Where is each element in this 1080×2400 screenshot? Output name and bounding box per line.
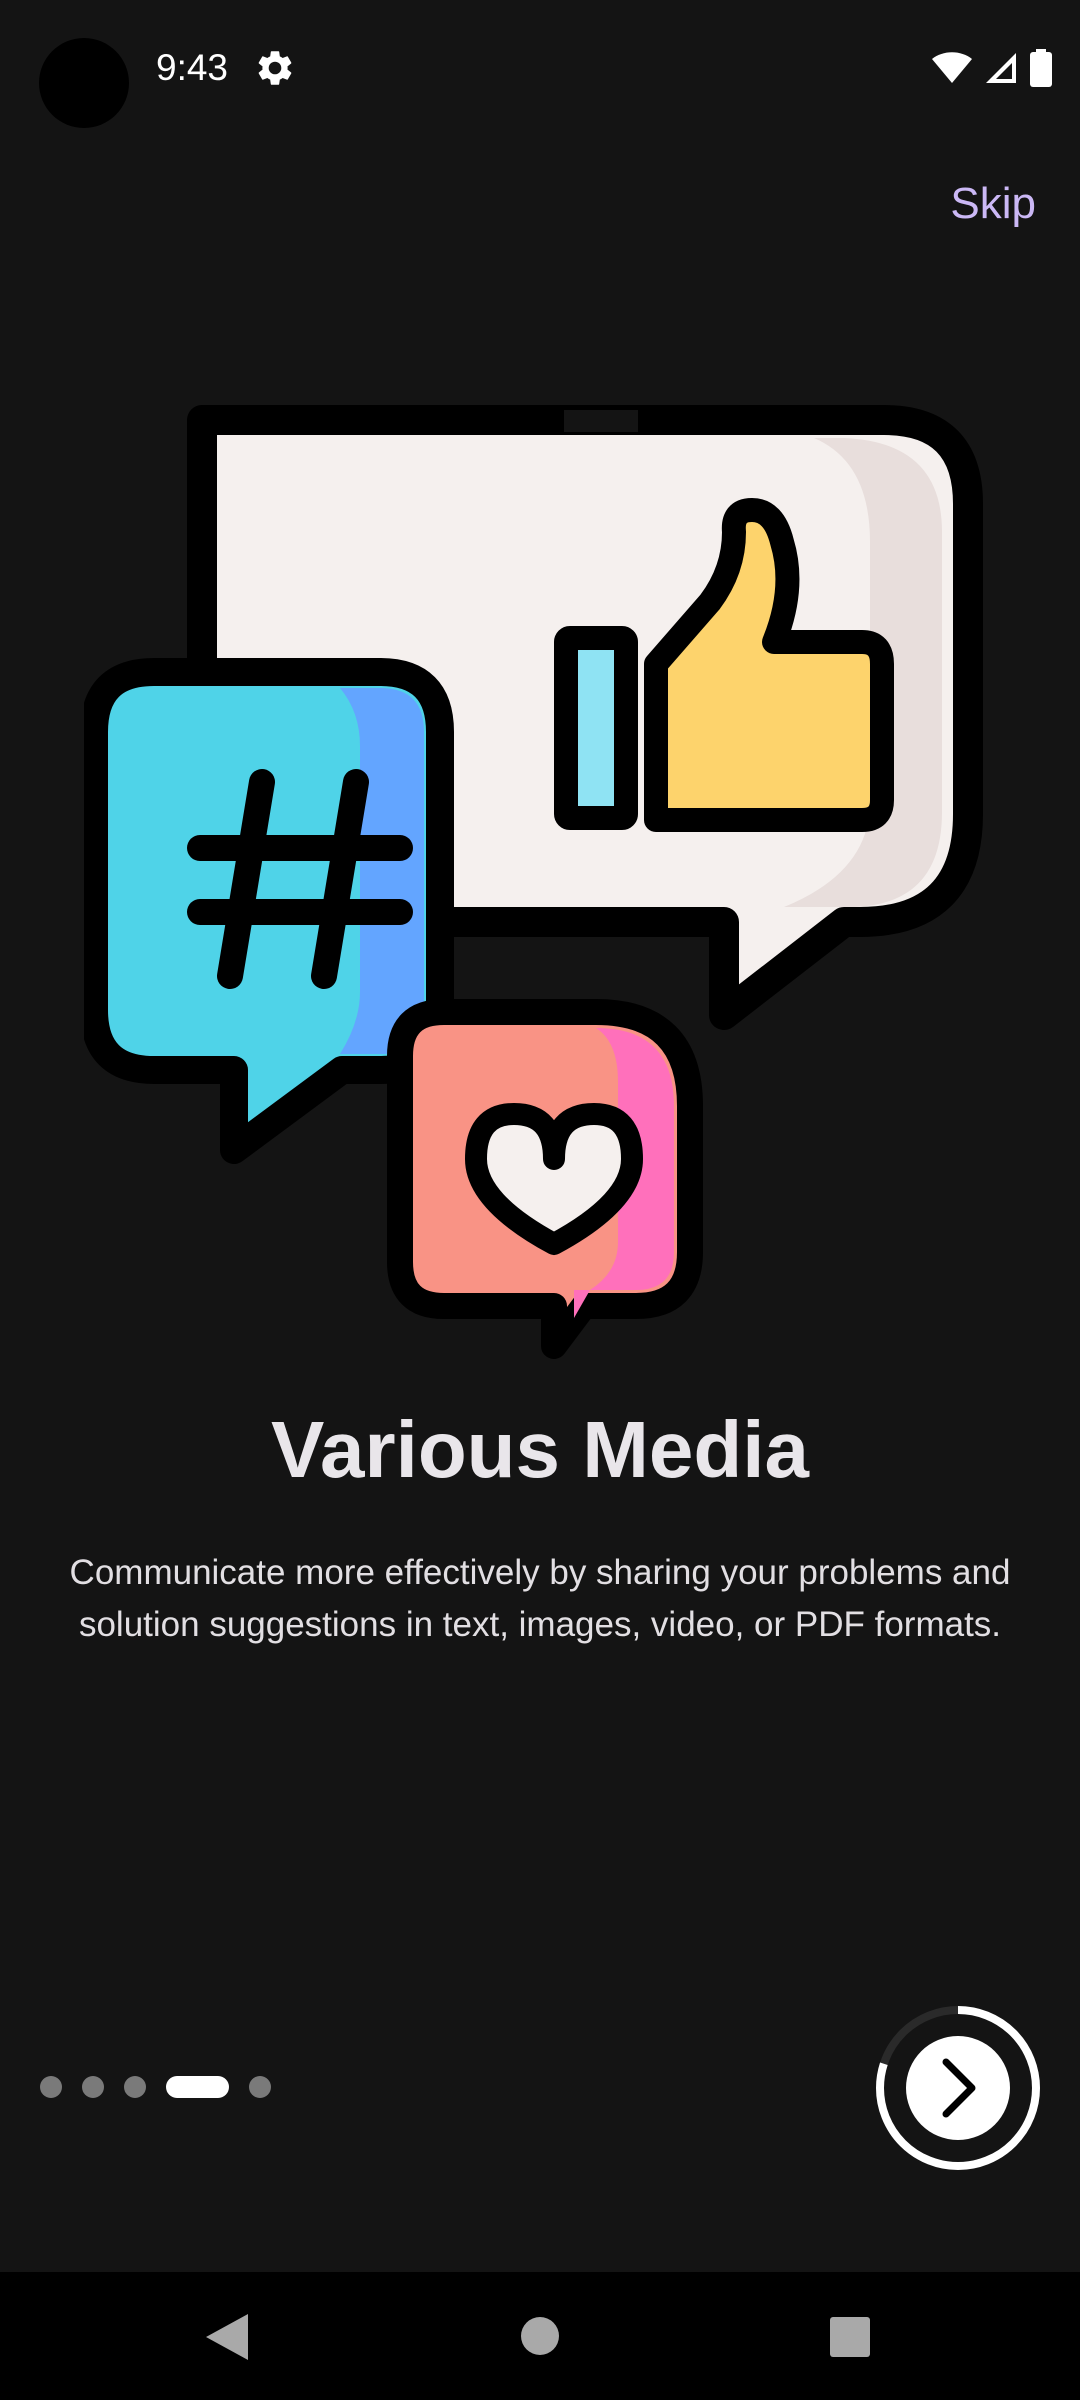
navigation-bar xyxy=(0,2272,1080,2400)
back-icon[interactable] xyxy=(204,2312,250,2362)
status-bar: 9:43 xyxy=(0,0,1080,135)
next-button[interactable] xyxy=(874,2004,1042,2172)
page-dot xyxy=(40,2076,62,2098)
cellular-signal-icon xyxy=(986,53,1016,83)
onboarding-screen: 9:43 Skip Various Media Communicate more… xyxy=(0,0,1080,2400)
wifi-icon xyxy=(932,52,972,83)
page-dot-active xyxy=(166,2076,229,2098)
recents-icon[interactable] xyxy=(830,2317,870,2357)
skip-button[interactable]: Skip xyxy=(950,176,1036,232)
progress-ring xyxy=(876,2006,1040,2170)
page-title: Various Media xyxy=(271,1405,809,1494)
page-dot xyxy=(82,2076,104,2098)
page-indicator xyxy=(40,2076,271,2098)
media-illustration xyxy=(84,405,983,1359)
page-description: Communicate more effectively by sharing … xyxy=(69,1553,1011,1644)
status-time: 9:43 xyxy=(156,47,229,88)
page-dot xyxy=(249,2076,271,2098)
home-icon[interactable] xyxy=(521,2317,559,2355)
camera-cutout xyxy=(39,38,129,128)
settings-gear-icon xyxy=(258,51,292,85)
status-icons xyxy=(932,48,1052,88)
battery-icon xyxy=(1030,49,1052,87)
heart-speech-bubble-icon xyxy=(387,999,703,1359)
page-dot xyxy=(124,2076,146,2098)
